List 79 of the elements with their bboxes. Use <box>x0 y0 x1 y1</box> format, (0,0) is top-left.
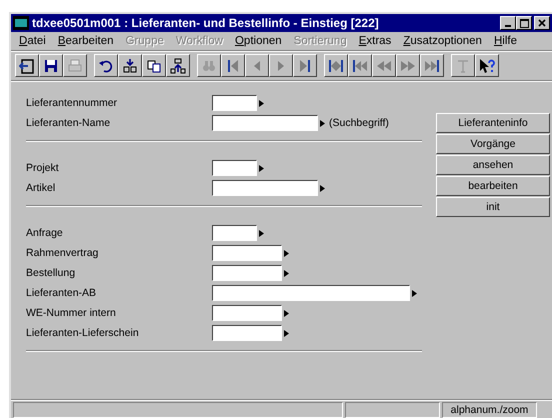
menu-item[interactable]: Hilfe <box>488 35 523 47</box>
field-label: Artikel <box>26 182 56 194</box>
zoom-arrow-icon[interactable] <box>284 330 289 336</box>
first-page-icon <box>352 58 368 74</box>
field-label: Lieferanten-Name <box>26 117 112 129</box>
first-group-icon <box>328 58 344 74</box>
zoom-arrow-icon[interactable] <box>284 270 289 276</box>
text-icon <box>455 58 471 74</box>
action-button[interactable]: Lieferanteninfo <box>436 113 550 133</box>
insert-record-icon <box>122 58 138 74</box>
maximize-icon <box>520 18 528 28</box>
exit-icon <box>19 58 35 74</box>
toolbar-button[interactable] <box>293 54 317 77</box>
field-label: Anfrage <box>26 227 64 239</box>
field-label: Lieferanten-AB <box>26 287 98 299</box>
input-field[interactable] <box>212 305 282 321</box>
toolbar-button[interactable] <box>245 54 269 77</box>
zoom-arrow-icon[interactable] <box>320 120 325 126</box>
first-icon <box>225 58 241 74</box>
toolbar-button[interactable] <box>348 54 372 77</box>
action-button[interactable]: bearbeiten <box>436 176 550 196</box>
toolbar-button[interactable] <box>94 54 118 77</box>
toolbar-button[interactable] <box>372 54 396 77</box>
input-field[interactable] <box>212 245 282 261</box>
menu-item[interactable]: Optionen <box>228 35 288 47</box>
input-field[interactable] <box>212 285 410 301</box>
toolbar-button[interactable] <box>221 54 245 77</box>
toolbar-button[interactable] <box>420 54 444 77</box>
zoom-arrow-icon[interactable] <box>259 100 264 106</box>
last-page-icon <box>424 58 440 74</box>
toolbar-button[interactable] <box>396 54 420 77</box>
input-field[interactable] <box>212 225 257 241</box>
toolbar-button[interactable] <box>118 54 142 77</box>
undo-icon <box>98 58 114 74</box>
window-title: tdxee0501m001 : Lieferanten- und Bestellinfo - Einstieg [222] <box>32 16 380 30</box>
action-button[interactable]: init <box>436 197 550 217</box>
field-label: Bestellung <box>26 267 76 279</box>
toolbar-button[interactable] <box>142 54 166 77</box>
field-label: Projekt <box>26 162 60 174</box>
zoom-arrow-icon[interactable] <box>284 310 289 316</box>
menu-item[interactable]: Bearbeiten <box>52 35 120 47</box>
input-field[interactable] <box>212 265 282 281</box>
status-mode: alphanum./zoom <box>442 402 537 418</box>
input-field[interactable] <box>212 180 318 196</box>
help-pointer-icon <box>479 58 495 74</box>
last-icon <box>297 58 313 74</box>
toolbar-button[interactable] <box>166 54 190 77</box>
zoom-arrow-icon[interactable] <box>412 290 417 296</box>
append-record-icon <box>170 58 186 74</box>
zoom-arrow-icon[interactable] <box>284 250 289 256</box>
input-field[interactable] <box>212 325 282 341</box>
input-field[interactable] <box>212 95 257 111</box>
action-button[interactable]: ansehen <box>436 155 550 175</box>
close-button[interactable] <box>534 16 550 30</box>
menu-item[interactable]: Extras <box>352 35 398 47</box>
toolbar-button[interactable] <box>39 54 63 77</box>
field-label: Rahmenvertrag <box>26 247 100 259</box>
zoom-arrow-icon[interactable] <box>259 230 264 236</box>
toolbar-button[interactable] <box>269 54 293 77</box>
app-icon <box>13 16 29 30</box>
field-label: Lieferanten-Lieferschein <box>26 327 140 339</box>
printer-icon <box>67 58 83 74</box>
zoom-arrow-icon[interactable] <box>259 164 264 172</box>
menu-item[interactable]: Zusatzoptionen <box>397 35 488 47</box>
minimize-button[interactable] <box>500 16 516 30</box>
zoom-arrow-icon[interactable] <box>320 184 325 192</box>
toolbar-button[interactable] <box>324 54 348 77</box>
copy-icon <box>146 58 162 74</box>
field-label: Lieferantennummer <box>26 97 118 109</box>
toolbar-button[interactable] <box>475 54 499 77</box>
toolbar-button[interactable] <box>15 54 39 77</box>
maximize-button[interactable] <box>516 16 532 30</box>
input-field[interactable] <box>212 115 318 131</box>
menu-item[interactable]: Datei <box>13 35 52 47</box>
field-label: WE-Nummer intern <box>26 307 117 319</box>
close-icon <box>538 19 546 27</box>
field-hint: (Suchbegriff) <box>329 117 389 129</box>
action-button[interactable]: Vorgänge <box>436 134 550 154</box>
input-field[interactable] <box>212 160 257 176</box>
